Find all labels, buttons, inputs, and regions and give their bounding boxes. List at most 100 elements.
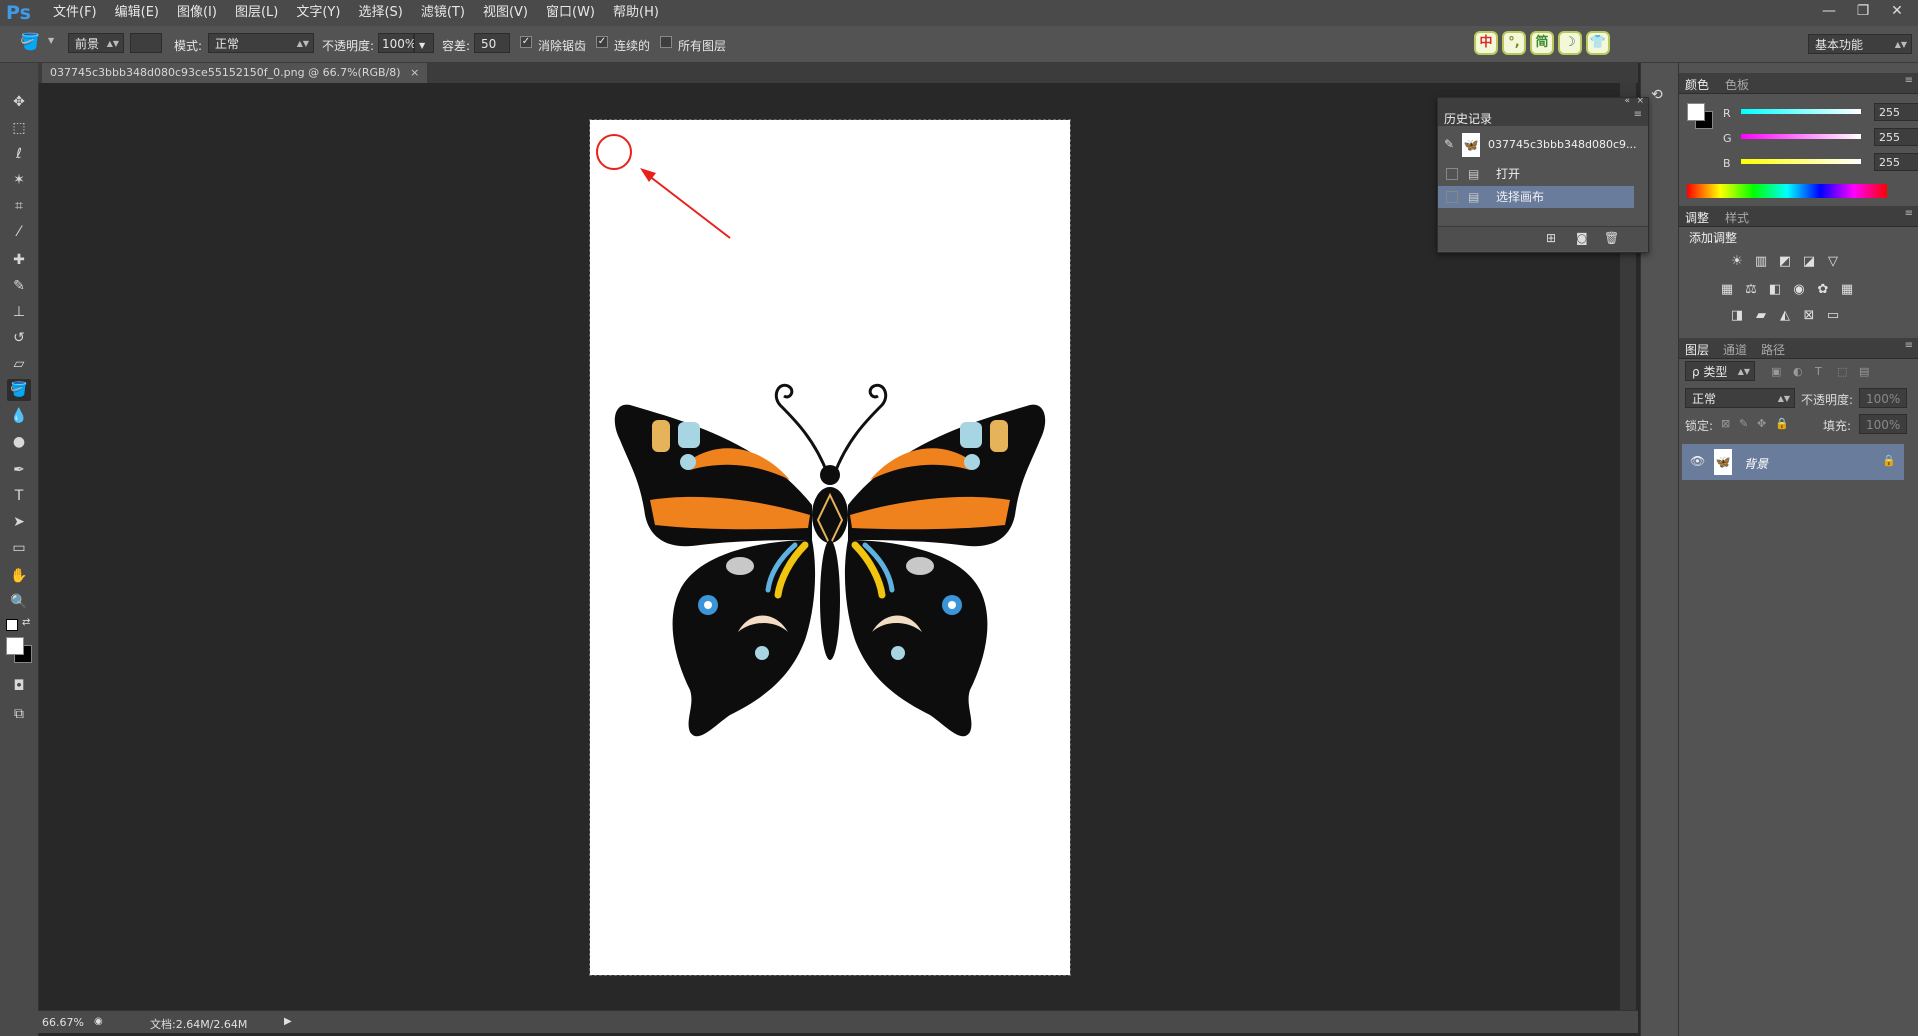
panel-menu-icon[interactable]: ≡ bbox=[1905, 340, 1913, 351]
history-panel-titlebar[interactable]: « × bbox=[1438, 96, 1648, 108]
default-colors-icon[interactable] bbox=[6, 619, 18, 631]
dodge-tool-icon[interactable]: ● bbox=[7, 431, 31, 453]
levels-icon[interactable]: ▥ bbox=[1753, 255, 1769, 269]
mode-select[interactable]: 正常 ▲▼ bbox=[208, 33, 314, 53]
tab-styles[interactable]: 样式 bbox=[1725, 209, 1749, 226]
tab-adjustments[interactable]: 调整 bbox=[1685, 209, 1709, 226]
vibrance-icon[interactable]: ▽ bbox=[1825, 255, 1841, 269]
channel-g-input[interactable]: 255 bbox=[1874, 128, 1918, 146]
menu-select[interactable]: 选择(S) bbox=[349, 0, 411, 26]
channel-r-slider[interactable] bbox=[1741, 109, 1861, 114]
history-panel-icon[interactable]: ⟲ bbox=[1651, 87, 1663, 103]
menu-window[interactable]: 窗口(W) bbox=[537, 0, 604, 26]
camera-icon[interactable]: ◙ bbox=[1576, 231, 1588, 245]
foreground-color-swatch[interactable] bbox=[6, 637, 24, 655]
tolerance-input[interactable]: 50 bbox=[474, 33, 510, 53]
blend-mode-select[interactable]: 正常 ▲▼ bbox=[1685, 388, 1795, 408]
color-balance-icon[interactable]: ⚖ bbox=[1743, 283, 1759, 297]
paint-bucket-tool-icon[interactable]: 🪣 bbox=[7, 379, 31, 401]
layer-opacity-input[interactable]: 100% bbox=[1859, 388, 1907, 408]
posterize-icon[interactable]: ▰ bbox=[1753, 309, 1769, 323]
tab-layers[interactable]: 图层 bbox=[1685, 341, 1709, 358]
channel-b-input[interactable]: 255 bbox=[1874, 153, 1918, 171]
menu-edit[interactable]: 编辑(E) bbox=[106, 0, 168, 26]
document-canvas[interactable] bbox=[589, 119, 1071, 976]
menu-layer[interactable]: 图层(L) bbox=[226, 0, 287, 26]
channel-g-slider[interactable] bbox=[1741, 134, 1861, 139]
ime-chinese-button[interactable]: 中 bbox=[1474, 31, 1498, 55]
hue-saturation-icon[interactable]: ▦ bbox=[1719, 283, 1735, 297]
channel-b-slider[interactable] bbox=[1741, 159, 1861, 164]
photo-filter-icon[interactable]: ◉ bbox=[1791, 283, 1807, 297]
new-document-from-state-icon[interactable]: ⊞ bbox=[1546, 231, 1556, 245]
panel-menu-icon[interactable]: ≡ bbox=[1905, 75, 1913, 86]
restore-button[interactable]: ❐ bbox=[1846, 0, 1880, 22]
crop-tool-icon[interactable]: ⌗ bbox=[7, 195, 31, 217]
minimize-button[interactable]: — bbox=[1812, 0, 1846, 22]
panel-menu-icon[interactable]: ≡ bbox=[1634, 109, 1642, 120]
tab-swatches[interactable]: 色板 bbox=[1725, 76, 1749, 93]
curves-icon[interactable]: ◩ bbox=[1777, 255, 1793, 269]
status-menu-arrow-icon[interactable]: ▶ bbox=[284, 1016, 292, 1027]
invert-icon[interactable]: ◨ bbox=[1729, 309, 1745, 323]
eyedropper-tool-icon[interactable]: ⁄ bbox=[7, 221, 31, 243]
lock-transparent-icon[interactable]: ⊠ bbox=[1721, 417, 1730, 430]
zoom-tool-icon[interactable]: 🔍 bbox=[7, 591, 31, 613]
history-brush-checkbox[interactable] bbox=[1446, 168, 1458, 180]
color-lookup-icon[interactable]: ▦ bbox=[1839, 283, 1855, 297]
paint-bucket-icon[interactable]: 🪣 bbox=[20, 32, 40, 51]
contiguous-checkbox[interactable]: ✓ bbox=[596, 36, 608, 48]
history-brush-checkbox[interactable] bbox=[1446, 191, 1458, 203]
filter-adjustment-icon[interactable]: ◐ bbox=[1793, 365, 1803, 378]
zoom-level[interactable]: 66.67% bbox=[42, 1016, 84, 1029]
lock-pixels-icon[interactable]: ✎ bbox=[1739, 417, 1748, 430]
blur-tool-icon[interactable]: 💧 bbox=[7, 405, 31, 427]
type-tool-icon[interactable]: T bbox=[7, 485, 31, 507]
lock-all-icon[interactable]: 🔒 bbox=[1775, 417, 1789, 430]
menu-type[interactable]: 文字(Y) bbox=[287, 0, 349, 26]
ime-simplified-button[interactable]: 简 bbox=[1530, 31, 1554, 55]
history-step-select-canvas[interactable]: ▤ 选择画布 bbox=[1438, 186, 1634, 208]
filter-type-icon[interactable]: T bbox=[1815, 365, 1822, 378]
history-step-open[interactable]: ▤ 打开 bbox=[1438, 163, 1634, 185]
eraser-tool-icon[interactable]: ▱ bbox=[7, 353, 31, 375]
menu-help[interactable]: 帮助(H) bbox=[604, 0, 668, 26]
black-white-icon[interactable]: ◧ bbox=[1767, 283, 1783, 297]
fill-source-select[interactable]: 前景 ▲▼ bbox=[68, 33, 124, 53]
close-icon[interactable]: × bbox=[1636, 96, 1644, 106]
marquee-tool-icon[interactable]: ⬚ bbox=[7, 117, 31, 139]
brightness-icon[interactable]: ☀ bbox=[1729, 255, 1745, 269]
history-snapshot-row[interactable]: ✎ 🦋 037745c3bbb348d080c9... bbox=[1438, 130, 1637, 160]
color-foreground-swatch[interactable] bbox=[1687, 103, 1705, 121]
menu-filter[interactable]: 滤镜(T) bbox=[412, 0, 474, 26]
shape-tool-icon[interactable]: ▭ bbox=[7, 537, 31, 559]
antialias-checkbox[interactable]: ✓ bbox=[520, 36, 532, 48]
channel-r-input[interactable]: 255 bbox=[1874, 103, 1918, 121]
clone-stamp-tool-icon[interactable]: ⊥ bbox=[7, 301, 31, 323]
healing-brush-tool-icon[interactable]: ✚ bbox=[7, 249, 31, 271]
gradient-map-icon[interactable]: ▭ bbox=[1825, 309, 1841, 323]
filter-pixel-icon[interactable]: ▣ bbox=[1771, 365, 1781, 378]
pattern-picker[interactable] bbox=[130, 33, 162, 53]
close-tab-icon[interactable]: × bbox=[410, 66, 419, 79]
tab-color[interactable]: 颜色 bbox=[1685, 76, 1709, 93]
color-spectrum-ramp[interactable] bbox=[1687, 184, 1887, 198]
history-tab[interactable]: 历史记录 bbox=[1444, 110, 1492, 127]
trash-icon[interactable]: 🗑 bbox=[1604, 231, 1619, 245]
history-brush-source-icon[interactable]: ✎ bbox=[1444, 137, 1454, 151]
brush-tool-icon[interactable]: ✎ bbox=[7, 275, 31, 297]
screen-mode-icon[interactable]: ⧉ bbox=[7, 703, 31, 725]
selective-color-icon[interactable]: ⊠ bbox=[1801, 309, 1817, 323]
layer-filter-select[interactable]: ρ 类型 ▲▼ bbox=[1685, 361, 1755, 381]
hand-tool-icon[interactable]: ✋ bbox=[7, 565, 31, 587]
move-tool-icon[interactable]: ✥ bbox=[7, 91, 31, 113]
menu-image[interactable]: 图像(I) bbox=[168, 0, 226, 26]
close-window-button[interactable]: ✕ bbox=[1880, 0, 1914, 22]
filter-smart-object-icon[interactable]: ▤ bbox=[1859, 365, 1869, 378]
menu-view[interactable]: 视图(V) bbox=[474, 0, 537, 26]
visibility-eye-icon[interactable]: 👁 bbox=[1690, 454, 1705, 468]
opacity-dropdown-button[interactable]: ▼ bbox=[414, 33, 434, 53]
ime-skin-button[interactable]: 👕 bbox=[1586, 31, 1610, 55]
exposure-icon[interactable]: ◪ bbox=[1801, 255, 1817, 269]
lock-position-icon[interactable]: ✥ bbox=[1757, 417, 1766, 430]
